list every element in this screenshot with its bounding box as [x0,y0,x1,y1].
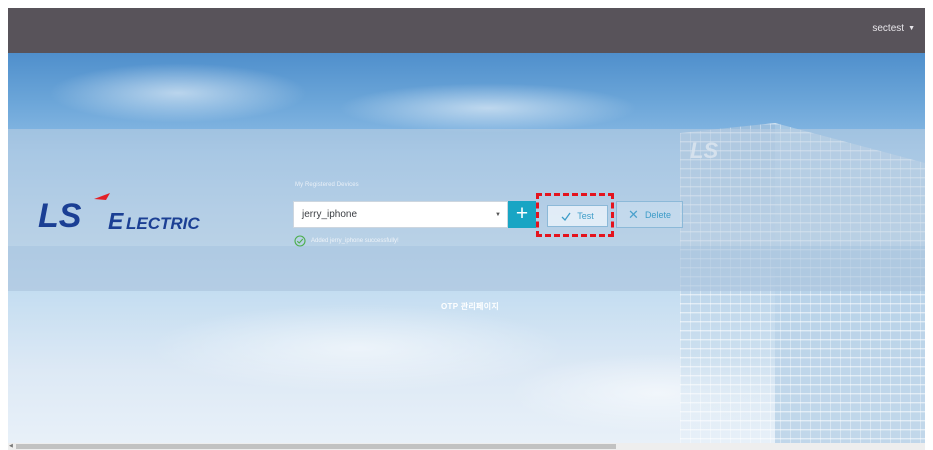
svg-text:LS: LS [38,197,82,235]
horizontal-scrollbar[interactable]: ◀ [8,443,925,450]
svg-text:LECTRIC: LECTRIC [126,214,200,233]
content-band-lower [8,246,925,291]
test-button[interactable]: Test [547,205,608,227]
delete-button-label: Delete [644,209,671,220]
username: sectest [872,23,905,34]
add-device-button[interactable]: + [508,201,536,228]
status-text: Added jerry_iphone successfully! [311,238,399,244]
device-select[interactable]: jerry_iphone ▼ [293,201,508,228]
scroll-left-icon[interactable]: ◀ [9,443,13,450]
caret-down-icon: ▼ [908,25,915,32]
cloud [148,303,568,393]
close-icon: ✕ [628,206,639,222]
svg-text:E: E [108,208,124,234]
dropdown-arrow-icon: ▼ [495,211,501,218]
app-window: sectest ▼ LS LS [8,8,925,450]
cloud [338,83,638,133]
delete-button[interactable]: ✕ Delete [616,201,683,228]
success-check-icon [294,235,306,247]
devices-label: My Registered Devices [295,182,359,188]
device-select-value: jerry_iphone [302,209,358,220]
scrollbar-thumb[interactable] [16,444,616,449]
user-menu[interactable]: sectest ▼ [872,23,915,34]
status-message: Added jerry_iphone successfully! [294,235,399,247]
cloud [48,63,308,123]
ls-electric-logo: LS E LECTRIC [38,193,200,235]
top-bar: sectest ▼ [8,8,925,53]
otp-page-label: OTP 관리페이지 [441,302,500,311]
check-icon [561,212,571,221]
test-button-label: Test [577,211,594,221]
